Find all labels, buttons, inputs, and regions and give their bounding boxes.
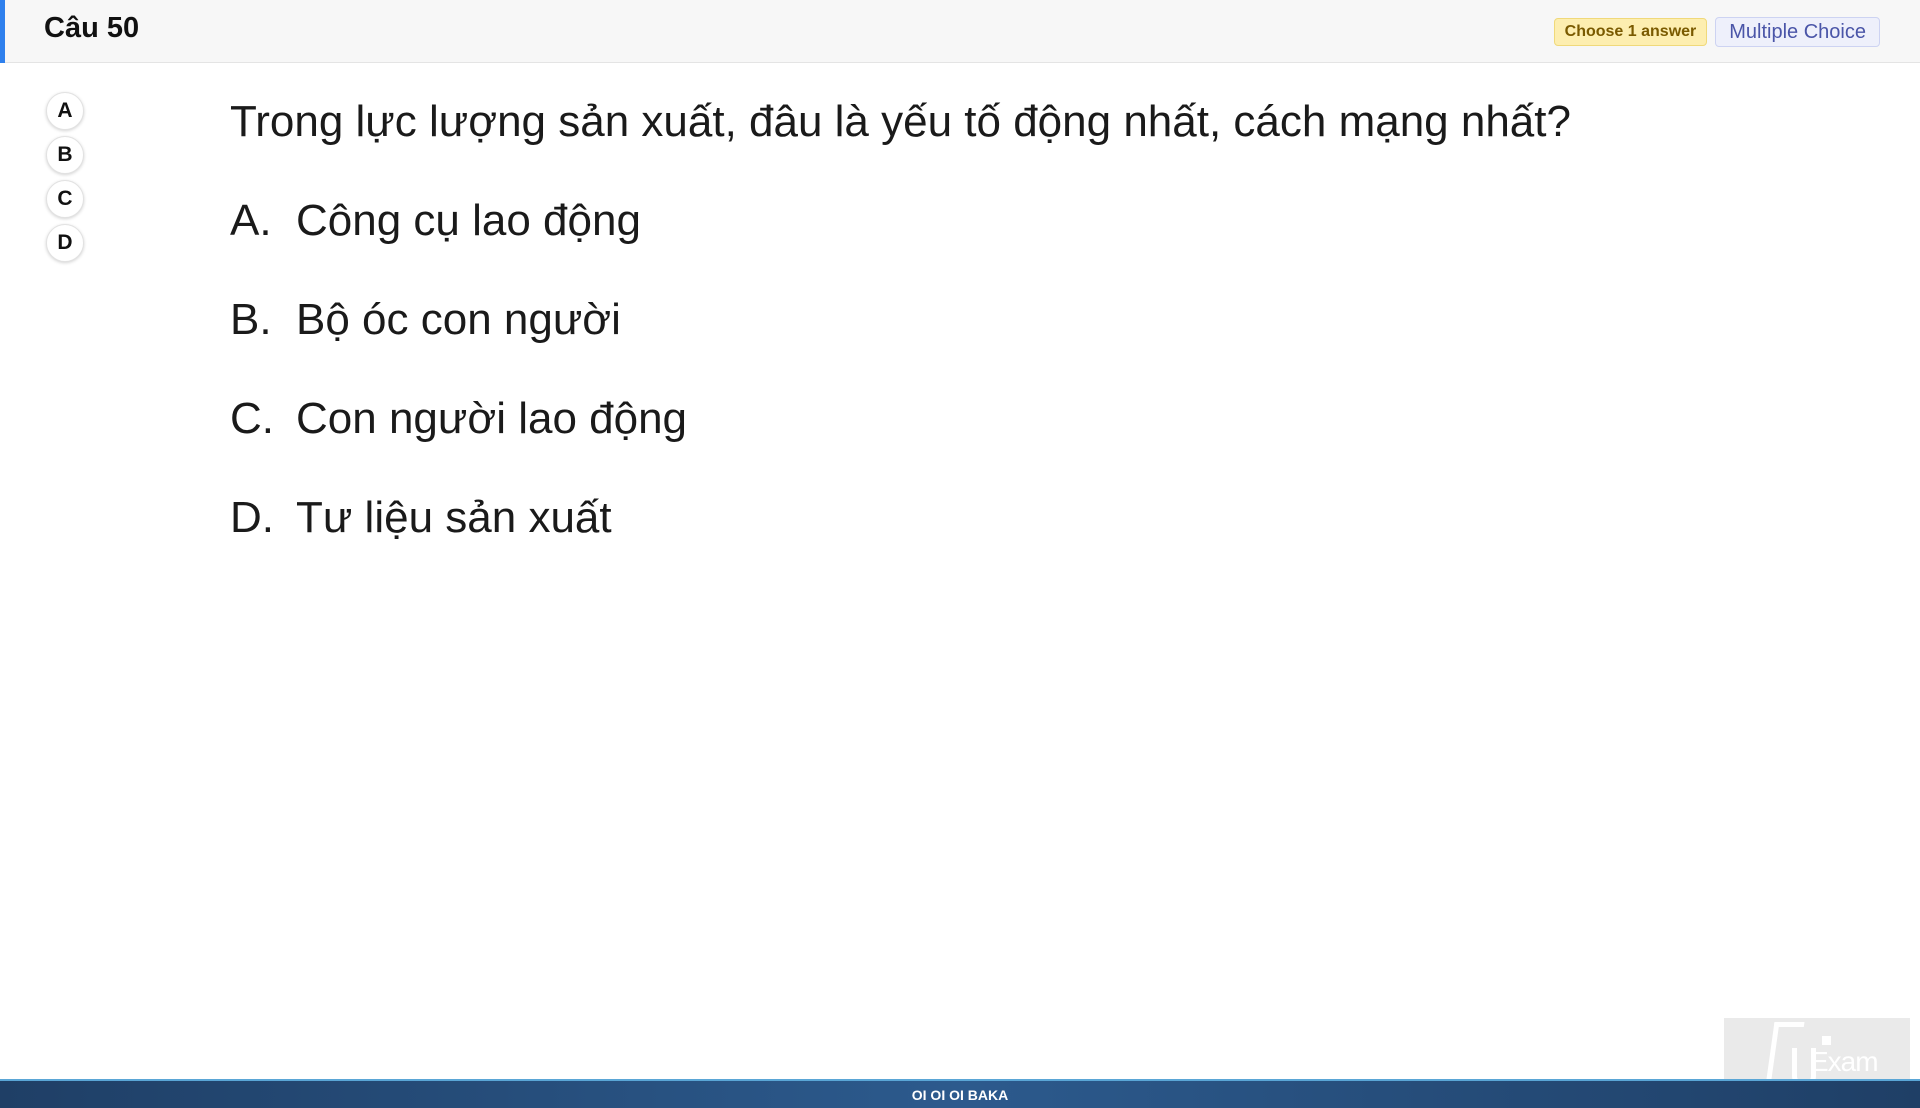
option-letter: D. (230, 493, 274, 542)
option-a: A. Công cụ lao động (230, 191, 1571, 251)
question-type-badge: Multiple Choice (1715, 17, 1880, 47)
answer-button-d[interactable]: D (46, 224, 84, 262)
question-content: Trong lực lượng sản xuất, đâu là yếu tố … (230, 92, 1571, 587)
question-badges: Choose 1 answer Multiple Choice (1553, 17, 1880, 47)
option-letter: C. (230, 394, 274, 443)
question-header: Câu 50 Choose 1 answer Multiple Choice (0, 0, 1920, 63)
option-text: Công cụ lao động (296, 196, 641, 245)
choose-one-answer-badge: Choose 1 answer (1553, 18, 1708, 46)
option-text: Tư liệu sản xuất (296, 493, 612, 542)
answer-button-b[interactable]: B (46, 136, 84, 174)
option-text: Bộ óc con người (296, 295, 621, 344)
answer-button-c[interactable]: C (46, 180, 84, 218)
answer-selector: A B C D (46, 92, 84, 262)
footer-bar: OI OI OI BAKA (0, 1079, 1920, 1108)
option-letter: B. (230, 295, 272, 344)
option-text: Con người lao động (296, 394, 688, 443)
watermark-text: Exam (1810, 1046, 1879, 1077)
option-b: B. Bộ óc con người (230, 290, 1571, 350)
question-stem: Trong lực lượng sản xuất, đâu là yếu tố … (230, 97, 1571, 146)
option-d: D. Tư liệu sản xuất (230, 488, 1571, 548)
header-accent-bar (0, 0, 5, 63)
footer-text: OI OI OI BAKA (911, 1086, 1009, 1103)
option-letter: A. (230, 196, 272, 245)
question-number-title: Câu 50 (44, 12, 140, 44)
fu-logo-dot (1822, 1036, 1831, 1045)
answer-button-a[interactable]: A (46, 92, 84, 130)
option-c: C. Con người lao động (230, 389, 1571, 449)
